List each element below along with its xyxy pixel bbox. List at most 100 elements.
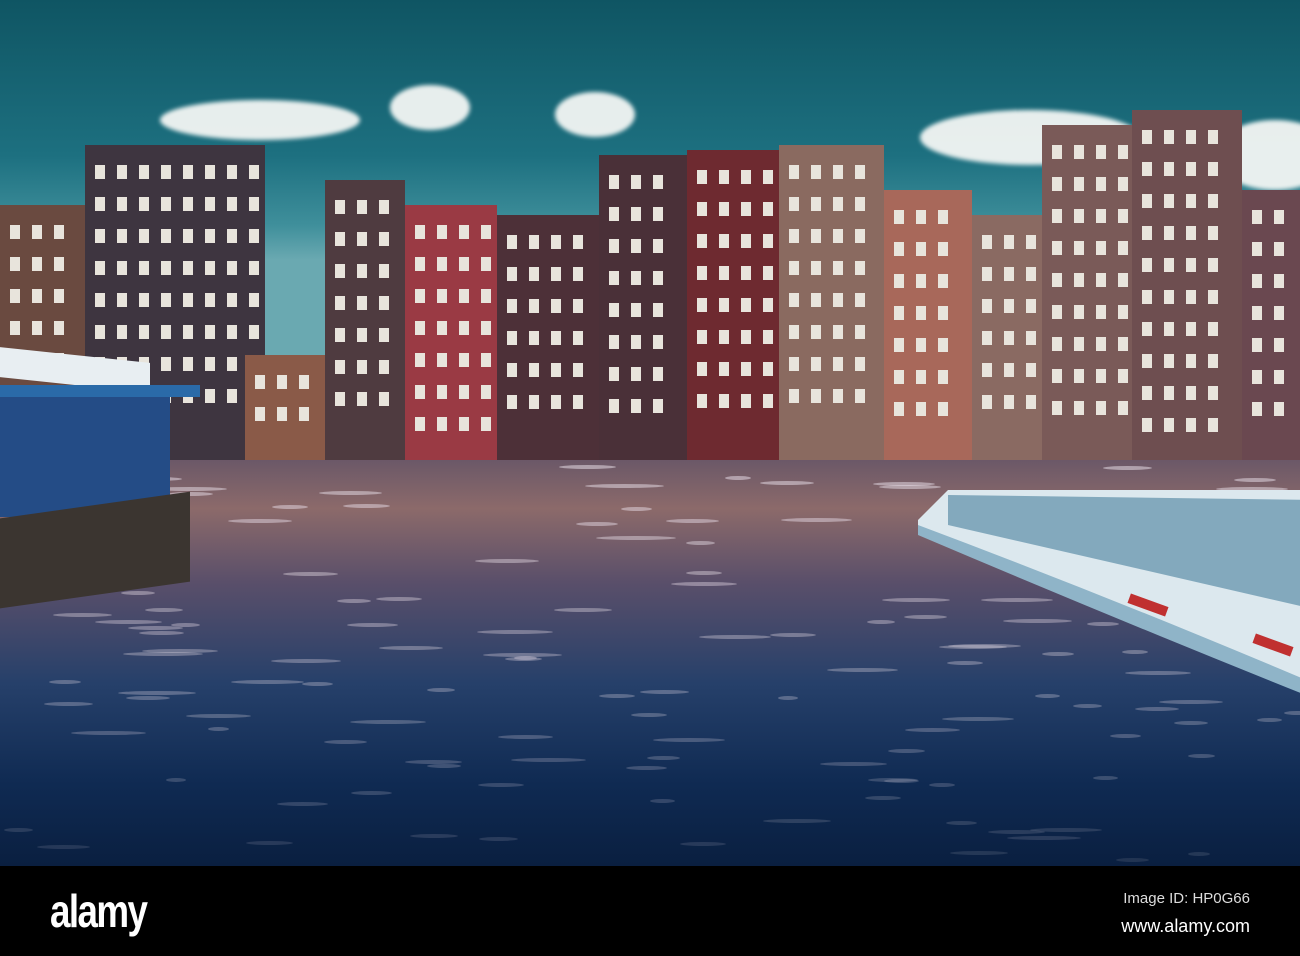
window bbox=[855, 165, 865, 179]
water-ripple bbox=[671, 582, 736, 586]
window bbox=[1118, 209, 1128, 223]
water-ripple bbox=[554, 608, 612, 612]
window bbox=[1252, 274, 1262, 288]
water-ripple bbox=[302, 682, 332, 686]
window bbox=[741, 298, 751, 312]
window bbox=[894, 306, 904, 320]
window bbox=[573, 331, 583, 345]
window bbox=[529, 299, 539, 313]
water-ripple bbox=[905, 728, 960, 732]
window bbox=[741, 234, 751, 248]
window bbox=[183, 229, 193, 243]
window bbox=[335, 232, 345, 246]
window bbox=[631, 175, 641, 189]
window bbox=[205, 197, 215, 211]
window bbox=[161, 229, 171, 243]
water-ripple bbox=[272, 505, 308, 509]
window bbox=[139, 229, 149, 243]
window bbox=[1164, 290, 1174, 304]
window bbox=[1274, 402, 1284, 416]
window bbox=[653, 271, 663, 285]
window bbox=[183, 293, 193, 307]
window bbox=[227, 261, 237, 275]
water-ripple bbox=[1116, 858, 1149, 862]
window bbox=[1208, 162, 1218, 176]
canal-house bbox=[405, 205, 497, 460]
window bbox=[855, 229, 865, 243]
window bbox=[529, 331, 539, 345]
water-ripple bbox=[343, 504, 389, 508]
window bbox=[1096, 145, 1106, 159]
water-ripple bbox=[680, 842, 725, 846]
window bbox=[1208, 290, 1218, 304]
water-ripple bbox=[71, 731, 146, 735]
window bbox=[916, 338, 926, 352]
window bbox=[1004, 267, 1014, 281]
window bbox=[631, 271, 641, 285]
window bbox=[1026, 363, 1036, 377]
window bbox=[609, 399, 619, 413]
window bbox=[1096, 401, 1106, 415]
cloud bbox=[555, 92, 635, 137]
window bbox=[1118, 369, 1128, 383]
window bbox=[481, 225, 491, 239]
water-ripple bbox=[770, 633, 816, 637]
water-ripple bbox=[505, 657, 542, 661]
window bbox=[811, 293, 821, 307]
window bbox=[117, 325, 127, 339]
window bbox=[459, 417, 469, 431]
window bbox=[335, 360, 345, 374]
window bbox=[379, 264, 389, 278]
window bbox=[741, 330, 751, 344]
window bbox=[183, 197, 193, 211]
window bbox=[1096, 209, 1106, 223]
water-ripple bbox=[585, 484, 665, 488]
window bbox=[1142, 258, 1152, 272]
window bbox=[1142, 226, 1152, 240]
window bbox=[95, 165, 105, 179]
window bbox=[833, 261, 843, 275]
window bbox=[117, 165, 127, 179]
window bbox=[205, 165, 215, 179]
window bbox=[833, 293, 843, 307]
window bbox=[1142, 322, 1152, 336]
window bbox=[95, 261, 105, 275]
window bbox=[719, 298, 729, 312]
window bbox=[415, 385, 425, 399]
window bbox=[1052, 145, 1062, 159]
window bbox=[697, 394, 707, 408]
window bbox=[379, 296, 389, 310]
water-ripple bbox=[820, 762, 887, 766]
water-ripple bbox=[142, 649, 218, 653]
window bbox=[855, 389, 865, 403]
water-ripple bbox=[1188, 852, 1210, 856]
window bbox=[227, 229, 237, 243]
window bbox=[1118, 305, 1128, 319]
window bbox=[357, 264, 367, 278]
water-ripple bbox=[246, 841, 293, 845]
water-ripple bbox=[699, 635, 771, 639]
window bbox=[1074, 401, 1084, 415]
window bbox=[1142, 418, 1152, 432]
window bbox=[117, 197, 127, 211]
window bbox=[249, 165, 259, 179]
window bbox=[763, 330, 773, 344]
window bbox=[1164, 162, 1174, 176]
window bbox=[833, 165, 843, 179]
window bbox=[1252, 338, 1262, 352]
window bbox=[95, 229, 105, 243]
window bbox=[161, 325, 171, 339]
window bbox=[1052, 177, 1062, 191]
window bbox=[227, 165, 237, 179]
window bbox=[1074, 145, 1084, 159]
window bbox=[54, 321, 64, 335]
water-ripple bbox=[139, 631, 184, 635]
window bbox=[139, 197, 149, 211]
window bbox=[741, 266, 751, 280]
window bbox=[653, 175, 663, 189]
water-ripple bbox=[347, 623, 398, 627]
window bbox=[117, 229, 127, 243]
water-ripple bbox=[379, 646, 443, 650]
window bbox=[357, 200, 367, 214]
water-ripple bbox=[53, 613, 113, 617]
